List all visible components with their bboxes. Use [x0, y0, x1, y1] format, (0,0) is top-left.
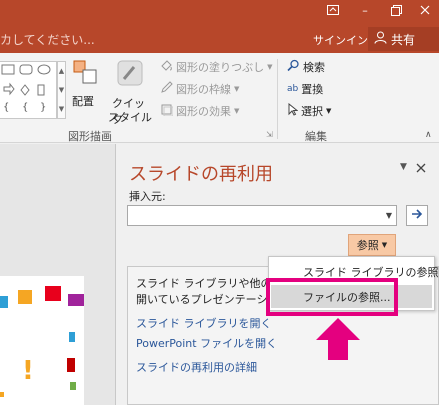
up-arrow-icon	[316, 318, 360, 363]
svg-text:}: }	[40, 102, 46, 113]
editing-group-label: 編集	[305, 130, 327, 143]
highlight-box	[266, 278, 398, 316]
arrange-label: 配置	[72, 95, 94, 108]
chevron-down-icon[interactable]: ▼	[386, 211, 392, 220]
insert-from-label: 挿入元:	[129, 190, 166, 203]
paint-bucket-icon	[160, 59, 173, 75]
replace-button[interactable]: ab 置換	[287, 81, 323, 97]
quick-styles-button[interactable]: クイック スタイル	[106, 59, 152, 126]
slide-shape	[70, 382, 76, 390]
find-label: 検索	[303, 61, 325, 74]
minimize-button[interactable]: –	[350, 0, 380, 20]
share-label: 共有	[391, 32, 416, 47]
pane-options-icon[interactable]: ▼	[400, 162, 407, 172]
person-icon	[374, 31, 387, 47]
search-icon	[287, 59, 300, 75]
slide-shape	[45, 286, 61, 301]
drawing-group-label: 図形描画	[68, 130, 112, 143]
shape-outline-button[interactable]: 図形の枠線 ▼	[160, 81, 239, 97]
shape-outline-label: 図形の枠線	[176, 83, 231, 96]
shape-fill-button[interactable]: 図形の塗りつぶし ▼	[160, 59, 273, 75]
chevron-down-icon: ▼	[234, 85, 240, 93]
shape-fill-label: 図形の塗りつぶし	[176, 61, 265, 74]
slide-shape	[0, 296, 8, 308]
ribbon-display-icon[interactable]	[318, 0, 348, 20]
dialog-launcher-icon[interactable]: ⇲	[266, 130, 273, 139]
shape-effects-button[interactable]: 図形の効果 ▼	[160, 103, 239, 119]
replace-label: 置換	[301, 83, 324, 96]
chevron-down-icon: ▼	[326, 107, 332, 115]
go-button[interactable]	[406, 205, 428, 226]
slide-shape	[68, 294, 84, 306]
arrange-button[interactable]: 配置	[70, 59, 102, 121]
pane-title: スライドの再利用	[129, 164, 273, 185]
select-button[interactable]: 選択 ▼	[287, 102, 332, 119]
slide-shape	[69, 332, 75, 342]
browse-button[interactable]: 参照 ▼	[348, 234, 396, 256]
shape-effects-icon	[160, 103, 174, 119]
cursor-icon	[287, 102, 299, 119]
chevron-down-icon: ▼	[267, 63, 273, 71]
gallery-up-icon[interactable]: ▲	[59, 67, 64, 75]
arrange-icon	[72, 59, 98, 88]
ribbon: { { } ▲ ▼ ▼ 配置 クイック スタイル 図形の塗りつぶし ▼ 図形の枠…	[0, 53, 439, 143]
gallery-more-icon[interactable]: ▼	[59, 105, 64, 113]
slide-shape	[18, 290, 32, 304]
brush-icon	[116, 59, 144, 90]
title-bar: – カしてください... サインイン 共有	[0, 0, 439, 53]
slide-canvas[interactable]: !	[0, 276, 84, 405]
collapse-ribbon-icon[interactable]: ∧	[425, 130, 432, 140]
open-powerpoint-file-link[interactable]: PowerPoint ファイルを開く	[136, 335, 277, 351]
restore-button[interactable]	[381, 0, 411, 20]
svg-text:{: {	[22, 102, 28, 113]
svg-text:{: {	[3, 102, 9, 113]
shape-effects-label: 図形の効果	[176, 105, 231, 118]
slide-editing-area: !	[0, 144, 116, 405]
exclamation-mark-shape: !	[22, 356, 34, 386]
gallery-scrollbar[interactable]: ▲ ▼ ▼	[57, 61, 66, 119]
share-button[interactable]: 共有	[368, 27, 439, 51]
chevron-down-icon: ▼	[234, 107, 240, 115]
slide-shape	[67, 358, 75, 372]
close-window-button[interactable]	[410, 0, 439, 20]
browse-label: 参照	[356, 239, 379, 252]
insert-from-combobox[interactable]: ▼	[127, 205, 397, 226]
powerpoint-window: – カしてください... サインイン 共有 { {} ▲ ▼ ▼ 配置 クイッ…	[0, 0, 439, 405]
pane-close-icon[interactable]	[416, 162, 426, 176]
arrow-right-icon	[411, 208, 423, 223]
signin-link[interactable]: サインイン	[313, 32, 368, 48]
replace-icon: ab	[287, 84, 299, 94]
open-slide-library-link[interactable]: スライド ライブラリを開く	[136, 315, 272, 331]
pencil-icon	[160, 81, 173, 97]
reuse-slides-details-link[interactable]: スライドの再利用の詳細	[136, 359, 257, 375]
select-label: 選択	[301, 105, 323, 118]
gallery-down-icon[interactable]: ▼	[59, 86, 64, 94]
slide-shape	[0, 392, 4, 397]
ribbon-group-separator	[277, 59, 278, 139]
tell-me-search[interactable]: カしてください...	[0, 31, 95, 48]
quick-styles-label-2: スタイル	[108, 111, 152, 124]
find-button[interactable]: 検索	[287, 59, 325, 75]
chevron-down-icon: ▼	[381, 241, 388, 249]
shapes-gallery[interactable]: { { }	[0, 61, 57, 119]
